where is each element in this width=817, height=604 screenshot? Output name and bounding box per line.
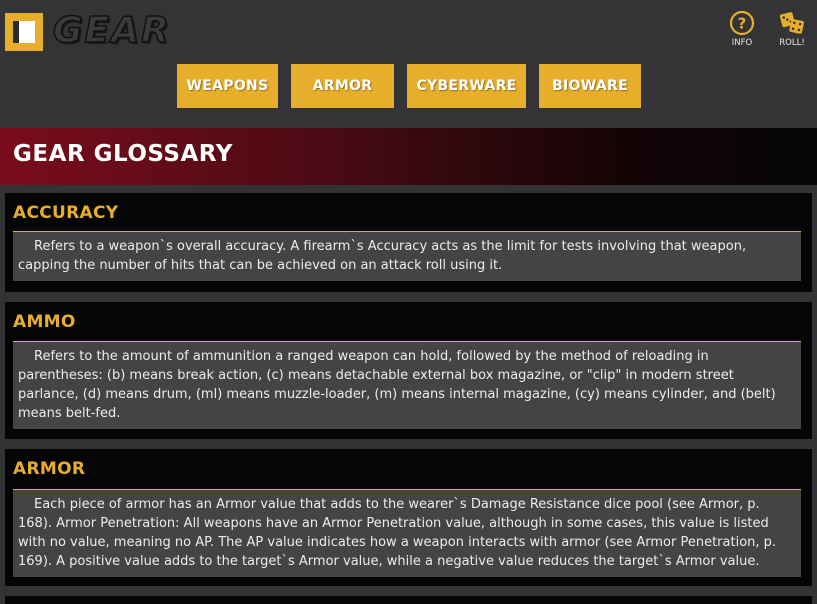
svg-text:?: ? — [738, 15, 747, 33]
roll-label: ROLL! — [779, 38, 805, 48]
info-label: INFO — [731, 38, 753, 48]
menu-icon — [13, 21, 35, 43]
entry-definition: Refers to the amount of ammunition a ran… — [13, 341, 801, 429]
glossary-entry-ammo: AMMO Refers to the amount of ammunition … — [5, 302, 812, 439]
entry-definition: Each piece of armor has an Armor value t… — [13, 489, 801, 577]
entry-term: ACCURACY — [13, 203, 119, 223]
entry-term: AMMO — [13, 312, 76, 332]
glossary-entry-armor: ARMOR Each piece of armor has an Armor v… — [5, 449, 812, 586]
entry-term: ARMOR — [13, 459, 86, 479]
page-title: GEAR GLOSSARY — [13, 141, 233, 167]
dice-icon — [779, 12, 804, 34]
nav-bioware-button[interactable]: BIOWARE — [539, 64, 641, 108]
top-bar: GEAR ? INFO ROLL! WEAPONS ARMOR CYBERWAR… — [0, 0, 817, 128]
entry-definition: Refers to a weapon`s overall accuracy. A… — [13, 231, 801, 281]
nav-cyberware-button[interactable]: CYBERWARE — [407, 64, 526, 108]
info-button[interactable]: ? INFO — [722, 10, 762, 48]
next-entry-edge — [5, 596, 812, 604]
roll-button[interactable]: ROLL! — [772, 10, 812, 48]
menu-button[interactable] — [5, 13, 43, 51]
glossary-entry-accuracy: ACCURACY Refers to a weapon`s overall ac… — [5, 193, 812, 292]
page-banner: GEAR GLOSSARY — [0, 128, 817, 185]
nav-weapons-button[interactable]: WEAPONS — [177, 64, 278, 108]
nav-armor-button[interactable]: ARMOR — [291, 64, 394, 108]
app-logo: GEAR — [52, 9, 171, 52]
question-circle-icon: ? — [729, 10, 755, 36]
